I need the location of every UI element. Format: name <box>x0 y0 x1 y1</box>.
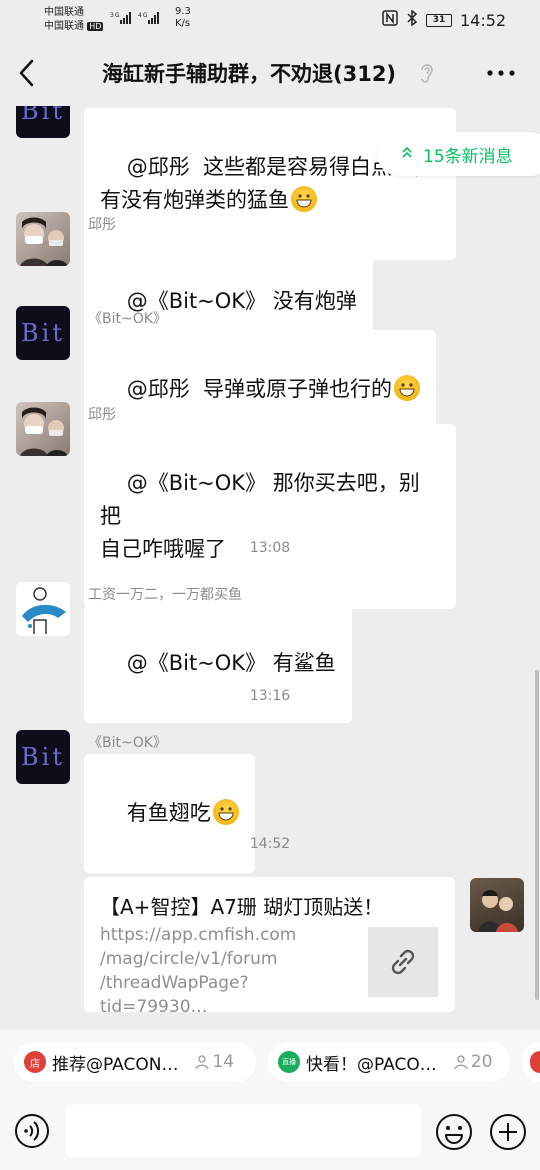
person-icon <box>195 1055 210 1070</box>
grin-emoji-icon <box>212 799 239 825</box>
sender-name: 《Bit~OK》 <box>88 735 167 751</box>
svg-text:4G: 4G <box>138 12 148 19</box>
back-button[interactable] <box>14 56 44 90</box>
my-avatar[interactable] <box>470 878 524 932</box>
more-functions-button[interactable] <box>489 1113 527 1151</box>
scrollbar[interactable] <box>535 670 539 1000</box>
chip-count: 20 <box>453 1052 492 1072</box>
avatar-bit[interactable]: Bit <box>16 106 70 138</box>
recommend-chip[interactable]: 店 推荐@PACON… 14 <box>14 1042 256 1082</box>
emoji-button[interactable] <box>435 1113 473 1151</box>
status-time: 14:52 <box>460 10 507 30</box>
carrier-2: 中国联通 <box>44 21 84 32</box>
grin-emoji-icon <box>291 186 317 212</box>
recommend-bar: 店 推荐@PACON… 14 直播 快看！@PACO… 20 <box>0 1030 540 1092</box>
new-messages-button[interactable]: 15条新消息 <box>377 132 540 176</box>
nfc-icon <box>382 10 398 30</box>
message-text: @邱彤 导弹或原子弹也行的 <box>126 377 393 401</box>
timestamp: 14:52 <box>249 836 291 852</box>
shop-icon: 店 <box>24 1051 46 1073</box>
carrier-1: 中国联通 <box>44 7 84 18</box>
chip-label: 快看！@PACO… <box>306 1054 437 1075</box>
status-bar: 中国联通 中国联通 HD 3G 4G 9.3 K/s 31 14:52 <box>0 0 540 40</box>
timestamp: 13:16 <box>249 688 291 704</box>
link-card[interactable]: 【A+智控】A7珊 瑚灯顶贴送！ https://app.cmfish.com … <box>84 877 455 1017</box>
carrier-info: 中国联通 中国联通 HD <box>44 6 104 34</box>
new-messages-label: 15条新消息 <box>423 146 513 167</box>
message-bubble[interactable]: @邱彤 这些都是容易得白点的，有没有炮弹类的猛鱼 <box>84 108 456 260</box>
sender-name: 邱彤 <box>88 407 116 423</box>
avatar-qiutong[interactable] <box>16 402 70 456</box>
recommend-chip-partial[interactable] <box>522 1042 540 1082</box>
sender-name: 工资一万二，一万都买鱼 <box>88 587 242 603</box>
chat-title: 海缸新手辅助群，不劝退(312) <box>102 62 397 86</box>
message-input[interactable] <box>66 1105 421 1157</box>
sender-name: 邱彤 <box>88 217 116 233</box>
input-bar <box>0 1092 540 1170</box>
double-chevron-up-icon <box>401 146 413 162</box>
chat-messages[interactable]: Bit @邱彤 这些都是容易得白点的，有没有炮弹类的猛鱼 15条新消息 邱彤 @… <box>0 106 540 1030</box>
mute-ear-icon <box>418 62 436 84</box>
battery-icon: 31 <box>426 13 452 27</box>
message-bubble[interactable]: @《Bit~OK》 有鲨鱼 <box>84 604 352 723</box>
sender-name: 《Bit~OK》 <box>88 311 167 327</box>
link-title: 【A+智控】A7珊 瑚灯顶贴送！ <box>100 895 384 919</box>
link-thumbnail <box>368 927 438 997</box>
plus-icon <box>490 1114 526 1150</box>
link-icon <box>391 949 415 975</box>
voice-button[interactable] <box>14 1113 50 1149</box>
message-bubble[interactable]: 有鱼翅吃 <box>84 754 255 873</box>
avatar-bit[interactable]: Bit <box>16 730 70 784</box>
net-speed: 9.3 K/s <box>175 6 191 29</box>
more-dots-icon <box>487 70 515 76</box>
timestamp: 13:08 <box>249 540 291 556</box>
message-text: @《Bit~OK》 有鲨鱼 <box>126 651 336 675</box>
chip-count: 14 <box>194 1052 234 1072</box>
avatar-qiutong[interactable] <box>16 212 70 266</box>
partial-chip-icon <box>530 1051 540 1073</box>
link-url: https://app.cmfish.com /mag/circle/v1/fo… <box>100 925 297 1017</box>
voice-icon <box>15 1114 49 1148</box>
hd-badge: HD <box>87 22 104 31</box>
bluetooth-icon <box>406 9 418 30</box>
chat-header: 海缸新手辅助群，不劝退(312) <box>0 40 540 106</box>
person-icon <box>454 1055 468 1070</box>
message-text: 有鱼翅吃 <box>126 801 211 825</box>
chevron-left-icon <box>19 59 34 87</box>
avatar-worker[interactable] <box>16 582 70 636</box>
recommend-chip[interactable]: 直播 快看！@PACO… 20 <box>268 1042 510 1082</box>
more-options-button[interactable] <box>484 62 518 84</box>
signal-icon: 3G 4G <box>110 10 168 29</box>
live-icon: 直播 <box>278 1051 300 1073</box>
svg-text:3G: 3G <box>110 12 120 19</box>
smiley-icon <box>436 1114 472 1150</box>
thinking-emoji-icon <box>394 375 421 401</box>
avatar-bit[interactable]: Bit <box>16 306 70 360</box>
chip-label: 推荐@PACON… <box>52 1054 179 1075</box>
system-icons: 31 14:52 <box>382 9 507 30</box>
message-bubble[interactable]: @《Bit~OK》 那你买去吧，别把 自己咋哦喔了 <box>84 424 456 609</box>
